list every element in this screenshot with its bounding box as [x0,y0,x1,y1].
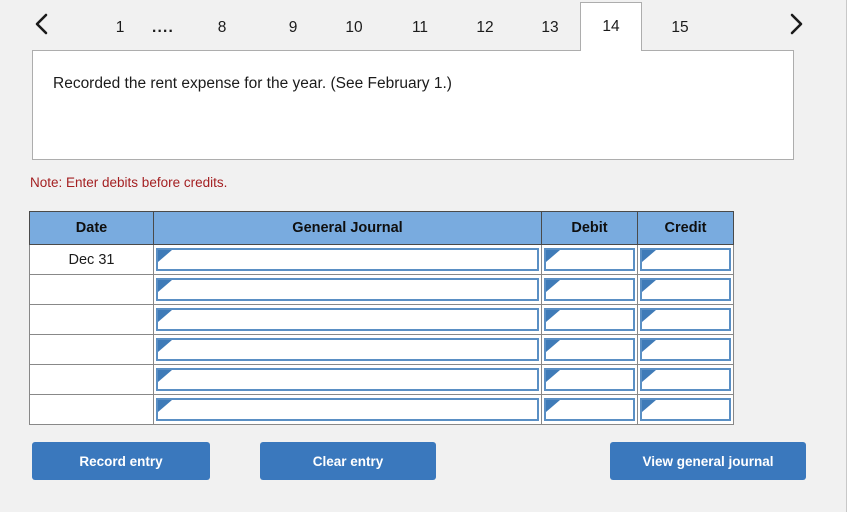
debit-input-cell [541,304,638,335]
general-journal-input-cell [153,364,542,395]
credit-input-cell [637,304,734,335]
general-journal-input-cell [153,304,542,335]
general-journal-input[interactable] [156,398,539,421]
credit-input-cell [637,274,734,305]
date-cell: Dec 31 [29,244,154,275]
table-row [29,394,734,425]
general-journal-input[interactable] [156,368,539,391]
column-header-general-journal: General Journal [153,211,542,245]
credit-input-cell [637,334,734,365]
chevron-right-icon[interactable] [782,9,810,39]
credit-input-cell [637,244,734,275]
credit-input[interactable] [640,308,731,331]
column-header-credit: Credit [637,211,734,245]
debit-input[interactable] [544,278,635,301]
credit-input[interactable] [640,338,731,361]
transaction-description-text: Recorded the rent expense for the year. … [53,75,452,92]
column-header-debit: Debit [541,211,638,245]
general-journal-input-cell [153,334,542,365]
tab-page-12[interactable]: 12 [469,5,501,50]
table-row [29,274,734,305]
record-entry-button[interactable]: Record entry [32,442,210,480]
clear-entry-button[interactable]: Clear entry [260,442,436,480]
tab-page-15[interactable]: 15 [664,5,696,50]
table-header-row: Date General Journal Debit Credit [29,211,734,245]
general-journal-input-cell [153,244,542,275]
general-journal-input[interactable] [156,278,539,301]
tab-ellipsis: .... [151,18,175,36]
general-journal-input-cell [153,394,542,425]
date-cell [29,364,154,395]
general-journal-input[interactable] [156,248,539,271]
debit-input[interactable] [544,368,635,391]
chevron-left-icon[interactable] [28,9,56,39]
date-cell [29,334,154,365]
credit-input[interactable] [640,278,731,301]
tab-page-11[interactable]: 11 [404,5,436,50]
journal-entry-worksheet: 1.... 8 9 10 11 12 13 14 15 Recorded the rent ex… [0,0,847,512]
credit-input-cell [637,364,734,395]
tab-page-14-active[interactable]: 14 [580,2,642,51]
credit-input[interactable] [640,398,731,421]
general-journal-input[interactable] [156,338,539,361]
general-journal-input[interactable] [156,308,539,331]
tab-page-8[interactable]: 8 [206,5,238,50]
tab-page-9[interactable]: 9 [277,5,309,50]
tab-page-1[interactable]: 1 [104,5,136,50]
date-cell [29,394,154,425]
debit-input[interactable] [544,308,635,331]
general-journal-table: Date General Journal Debit Credit Dec 31 [29,211,734,425]
credit-input[interactable] [640,248,731,271]
general-journal-input-cell [153,274,542,305]
debits-before-credits-note: Note: Enter debits before credits. [30,175,228,190]
debit-input-cell [541,364,638,395]
tab-page-13[interactable]: 13 [534,5,566,50]
table-row: Dec 31 [29,244,734,275]
view-general-journal-button[interactable]: View general journal [610,442,806,480]
column-header-date: Date [29,211,154,245]
debit-input[interactable] [544,248,635,271]
table-row [29,364,734,395]
credit-input-cell [637,394,734,425]
debit-input[interactable] [544,338,635,361]
debit-input-cell [541,244,638,275]
debit-input[interactable] [544,398,635,421]
tab-page-10[interactable]: 10 [338,5,370,50]
table-row [29,304,734,335]
debit-input-cell [541,334,638,365]
table-row [29,334,734,365]
debit-input-cell [541,394,638,425]
date-cell [29,274,154,305]
debit-input-cell [541,274,638,305]
table-body: Dec 31 [29,244,734,425]
credit-input[interactable] [640,368,731,391]
date-cell [29,304,154,335]
transaction-description-panel: Recorded the rent expense for the year. … [32,50,794,160]
page-tab-strip: 1.... 8 9 10 11 12 13 14 15 [0,0,847,51]
